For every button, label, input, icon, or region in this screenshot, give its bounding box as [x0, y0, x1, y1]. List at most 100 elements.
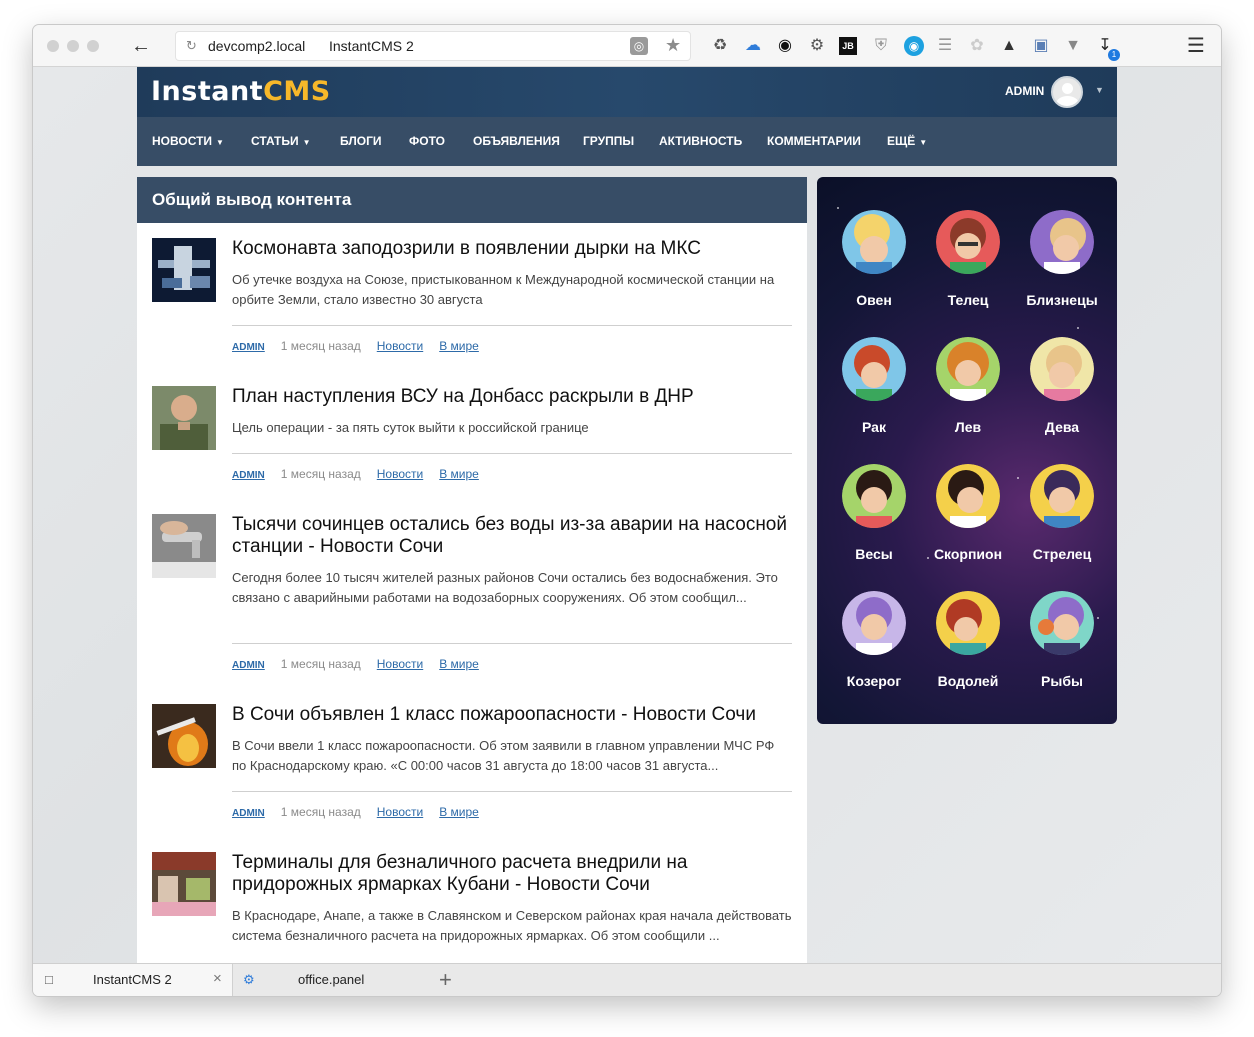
- react-extension-icon[interactable]: ✿: [967, 36, 987, 56]
- tag-link[interactable]: В мире: [439, 339, 479, 353]
- bookmark-star-icon[interactable]: ★: [665, 35, 681, 56]
- tab-instantcms[interactable]: □ InstantCMS 2 ×: [33, 964, 233, 996]
- zodiac-label: Рыбы: [1041, 673, 1083, 689]
- cloud-extension-icon[interactable]: ☁: [743, 36, 763, 56]
- chevron-down-icon: ▼: [216, 138, 224, 147]
- taurus-avatar-icon: [936, 210, 1000, 274]
- zodiac-aquarius[interactable]: Водолей: [921, 591, 1015, 689]
- nav-item-groups[interactable]: ГРУППЫ: [583, 134, 634, 148]
- article-thumbnail[interactable]: [152, 514, 216, 578]
- zodiac-taurus[interactable]: Телец: [921, 210, 1015, 308]
- nav-label: СТАТЬИ: [251, 134, 299, 148]
- category-link[interactable]: Новости: [377, 657, 423, 671]
- zodiac-label: Близнецы: [1026, 292, 1098, 308]
- article-description: Об утечке воздуха на Союзе, пристыкованн…: [232, 272, 775, 307]
- zodiac-label: Дева: [1044, 419, 1080, 435]
- site-header: InstantCMS ADMIN ▼: [137, 67, 1117, 117]
- nav-item-news[interactable]: НОВОСТИ ▼: [152, 134, 224, 148]
- aquarius-avatar-icon: [936, 591, 1000, 655]
- article-thumbnail[interactable]: [152, 704, 216, 768]
- user-name[interactable]: ADMIN: [1005, 84, 1044, 98]
- article-meta: ADMIN 1 месяц назад Новости В мире: [232, 467, 479, 481]
- tag-link[interactable]: В мире: [439, 657, 479, 671]
- zodiac-virgo[interactable]: Дева: [1015, 337, 1109, 435]
- download-badge: 1: [1108, 49, 1120, 61]
- close-icon[interactable]: ×: [213, 970, 222, 987]
- user-avatar[interactable]: [1051, 76, 1083, 108]
- zodiac-gemini[interactable]: Близнецы: [1015, 210, 1109, 308]
- nav-item-comments[interactable]: КОММЕНТАРИИ: [767, 134, 861, 148]
- folder-extension-icon[interactable]: ▣: [1031, 36, 1051, 56]
- author-link[interactable]: ADMIN: [232, 342, 265, 353]
- category-link[interactable]: Новости: [377, 805, 423, 819]
- nav-item-blogs[interactable]: БЛОГИ: [340, 134, 382, 148]
- article-thumbnail[interactable]: [152, 386, 216, 450]
- zodiac-aries[interactable]: Овен: [827, 210, 921, 308]
- article-thumbnail[interactable]: [152, 852, 216, 916]
- zodiac-pisces[interactable]: Рыбы: [1015, 591, 1109, 689]
- category-link[interactable]: Новости: [377, 467, 423, 481]
- article-thumbnail[interactable]: [152, 238, 216, 302]
- article-description: В Краснодаре, Анапе, а также в Славянско…: [232, 908, 792, 943]
- zodiac-label: Овен: [856, 292, 892, 308]
- tag-link[interactable]: В мире: [439, 805, 479, 819]
- nav-label: ЕЩЁ: [887, 134, 916, 148]
- address-bar[interactable]: ↻ devcomp2.local InstantCMS 2 ◎ ★: [175, 31, 691, 61]
- zodiac-libra[interactable]: Весы: [827, 464, 921, 562]
- layers-extension-icon[interactable]: ☰: [935, 36, 955, 56]
- divider: [232, 453, 792, 454]
- zodiac-label: Козерог: [846, 673, 902, 689]
- zodiac-capricorn[interactable]: Козерог: [827, 591, 921, 689]
- zodiac-scorpio[interactable]: Скорпион: [921, 464, 1015, 562]
- browser-window: ← ↻ devcomp2.local InstantCMS 2 ◎ ★ ♻ ☁ …: [33, 25, 1221, 996]
- divider: [232, 791, 792, 792]
- sagittarius-avatar-icon: [1030, 464, 1094, 528]
- zodiac-cancer[interactable]: Рак: [827, 337, 921, 435]
- zodiac-label: Лев: [954, 419, 982, 435]
- article-title[interactable]: План наступления ВСУ на Донбасс раскрыли…: [232, 386, 792, 408]
- article-title[interactable]: Космонавта заподозрили в появлении дырки…: [232, 238, 792, 260]
- chevron-down-icon: ▼: [302, 138, 311, 147]
- maximize-window-button[interactable]: [87, 40, 99, 52]
- site-info-icon[interactable]: ◎: [630, 37, 648, 55]
- tab-office-panel[interactable]: ⚙ office.panel: [233, 964, 433, 996]
- reload-icon[interactable]: ↻: [186, 38, 200, 54]
- star-decoration: [1077, 327, 1079, 329]
- flame-extension-icon[interactable]: ▲: [999, 36, 1019, 56]
- jetbrains-extension-icon[interactable]: JB: [839, 37, 857, 55]
- nav-item-ads[interactable]: ОБЪЯВЛЕНИЯ: [473, 134, 560, 148]
- gear-extension-icon[interactable]: ⚙: [807, 36, 827, 56]
- eye-extension-icon[interactable]: ◉: [775, 36, 795, 56]
- vue-extension-icon[interactable]: ▼: [1063, 36, 1083, 56]
- tag-link[interactable]: В мире: [439, 467, 479, 481]
- recycle-extension-icon[interactable]: ♻: [710, 36, 730, 56]
- article-title[interactable]: Тысячи сочинцев остались без воды из-за …: [232, 514, 792, 558]
- nav-item-activity[interactable]: АКТИВНОСТЬ: [659, 134, 742, 148]
- nav-item-photo[interactable]: ФОТО: [409, 134, 445, 148]
- libra-avatar-icon: [842, 464, 906, 528]
- zodiac-leo[interactable]: Лев: [921, 337, 1015, 435]
- category-link[interactable]: Новости: [377, 339, 423, 353]
- back-arrow-icon[interactable]: ←: [129, 34, 153, 58]
- author-link[interactable]: ADMIN: [232, 470, 265, 481]
- gemini-avatar-icon: [1030, 210, 1094, 274]
- minimize-window-button[interactable]: [67, 40, 79, 52]
- chevron-down-icon: ▼: [919, 138, 928, 147]
- nav-item-articles[interactable]: СТАТЬИ ▼: [251, 134, 311, 148]
- close-window-button[interactable]: [47, 40, 59, 52]
- shield-extension-icon[interactable]: ⛨: [871, 36, 891, 56]
- nav-item-more[interactable]: ЕЩЁ ▼: [887, 134, 927, 148]
- portrait-image-icon: [152, 386, 216, 450]
- site-logo[interactable]: InstantCMS: [151, 76, 331, 107]
- article-date: 1 месяц назад: [280, 339, 361, 353]
- author-link[interactable]: ADMIN: [232, 660, 265, 671]
- article-title[interactable]: Терминалы для безналичного расчета внедр…: [232, 852, 792, 896]
- page-icon: □: [45, 972, 53, 987]
- eye-circle-extension-icon[interactable]: ◉: [904, 36, 924, 56]
- zodiac-sagittarius[interactable]: Стрелец: [1015, 464, 1109, 562]
- author-link[interactable]: ADMIN: [232, 808, 265, 819]
- new-tab-plus-icon[interactable]: +: [439, 967, 452, 993]
- article-title[interactable]: В Сочи объявлен 1 класс пожароопасности …: [232, 704, 792, 726]
- chevron-down-icon[interactable]: ▼: [1095, 85, 1104, 95]
- hamburger-menu-icon[interactable]: ☰: [1185, 35, 1207, 57]
